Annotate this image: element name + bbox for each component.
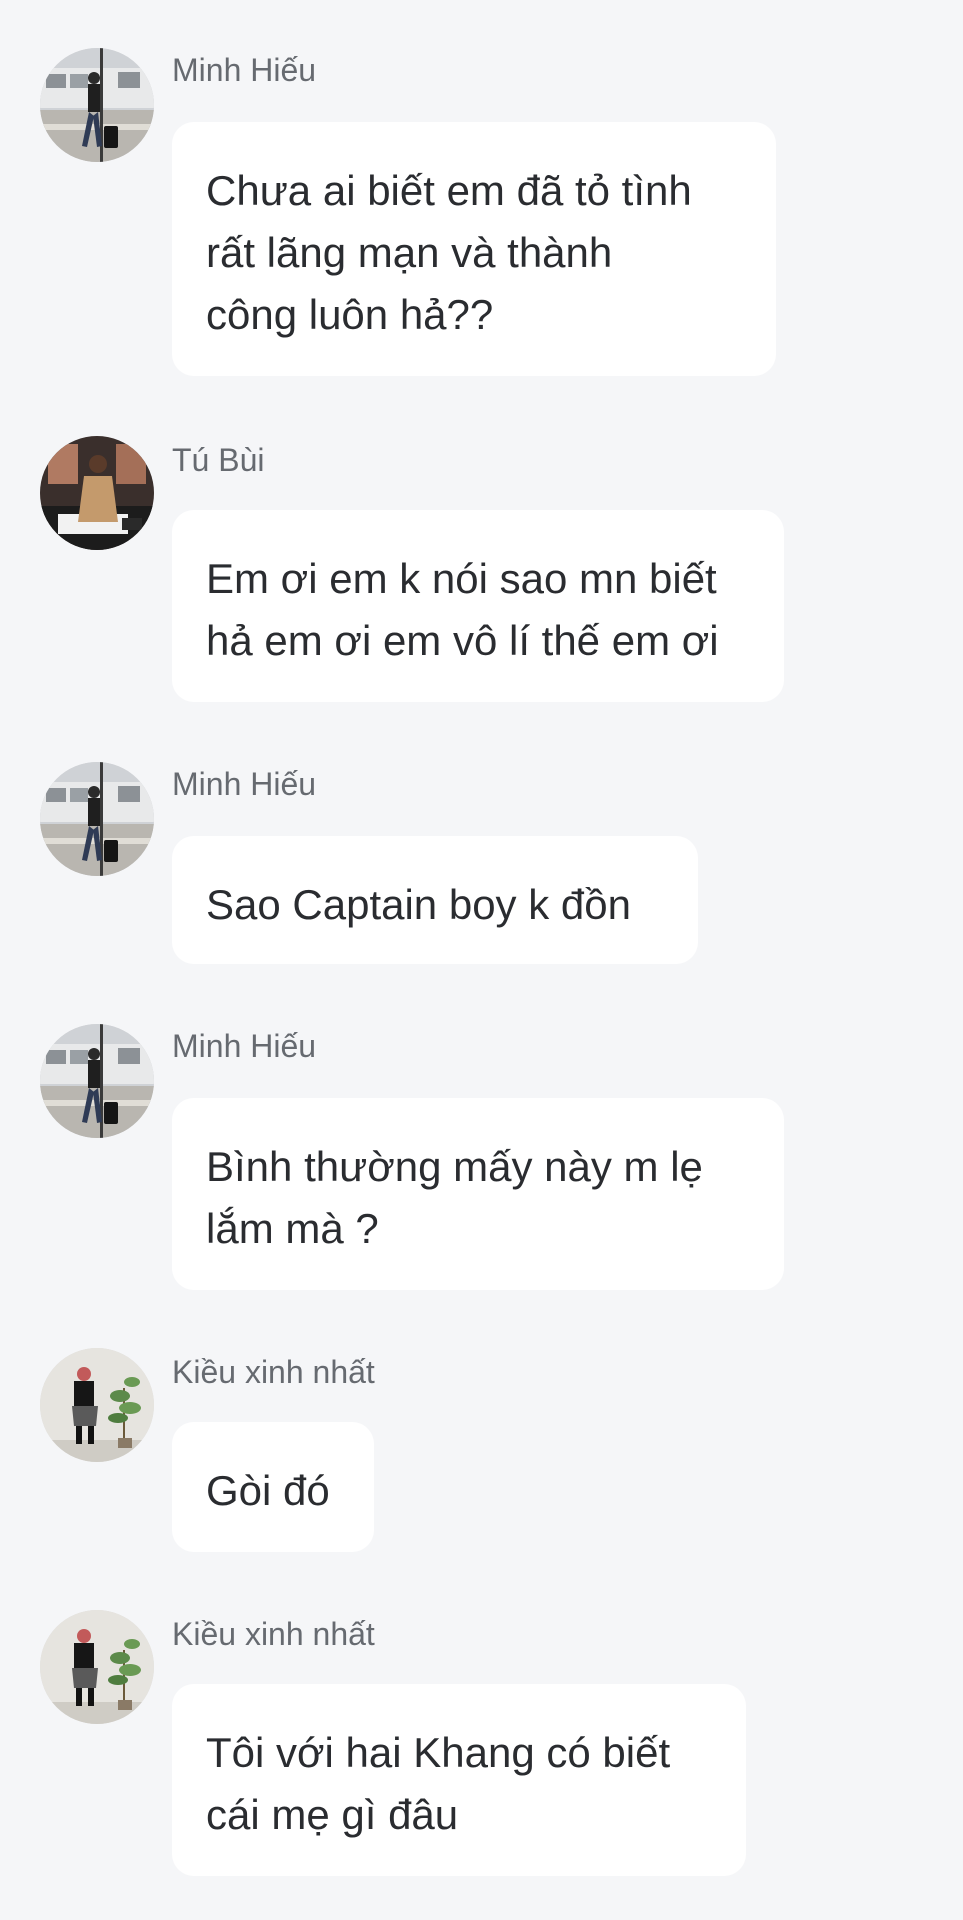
message-bubble[interactable]: Gòi đó	[172, 1422, 374, 1552]
message-bubble[interactable]: Tôi với hai Khang có biết cái mẹ gì đâu	[172, 1684, 746, 1876]
chat-thread: Minh Hiếu Chưa ai biết em đã tỏ tình rất…	[0, 0, 963, 1920]
coat-person-avatar-icon	[40, 436, 154, 550]
avatar[interactable]	[40, 1348, 154, 1462]
avatar[interactable]	[40, 436, 154, 550]
sender-name: Minh Hiếu	[172, 52, 317, 88]
sender-name: Kiều xinh nhất	[172, 1354, 375, 1390]
street-walker-avatar-icon	[40, 1024, 154, 1138]
street-walker-avatar-icon	[40, 48, 154, 162]
avatar[interactable]	[40, 1610, 154, 1724]
plant-pose-avatar-icon	[40, 1610, 154, 1724]
sender-name: Tú Bùi	[172, 442, 265, 478]
plant-pose-avatar-icon	[40, 1348, 154, 1462]
avatar[interactable]	[40, 48, 154, 162]
avatar[interactable]	[40, 1024, 154, 1138]
message-bubble[interactable]: Em ơi em k nói sao mn biết hả em ơi em v…	[172, 510, 784, 702]
sender-name: Minh Hiếu	[172, 766, 317, 802]
message-bubble[interactable]: Bình thường mấy này m lẹ lắm mà ?	[172, 1098, 784, 1290]
sender-name: Kiều xinh nhất	[172, 1616, 375, 1652]
message-bubble[interactable]: Sao Captain boy k đồn	[172, 836, 698, 964]
sender-name: Minh Hiếu	[172, 1028, 317, 1064]
street-walker-avatar-icon	[40, 762, 154, 876]
message-bubble[interactable]: Chưa ai biết em đã tỏ tình rất lãng mạn …	[172, 122, 776, 376]
avatar[interactable]	[40, 762, 154, 876]
